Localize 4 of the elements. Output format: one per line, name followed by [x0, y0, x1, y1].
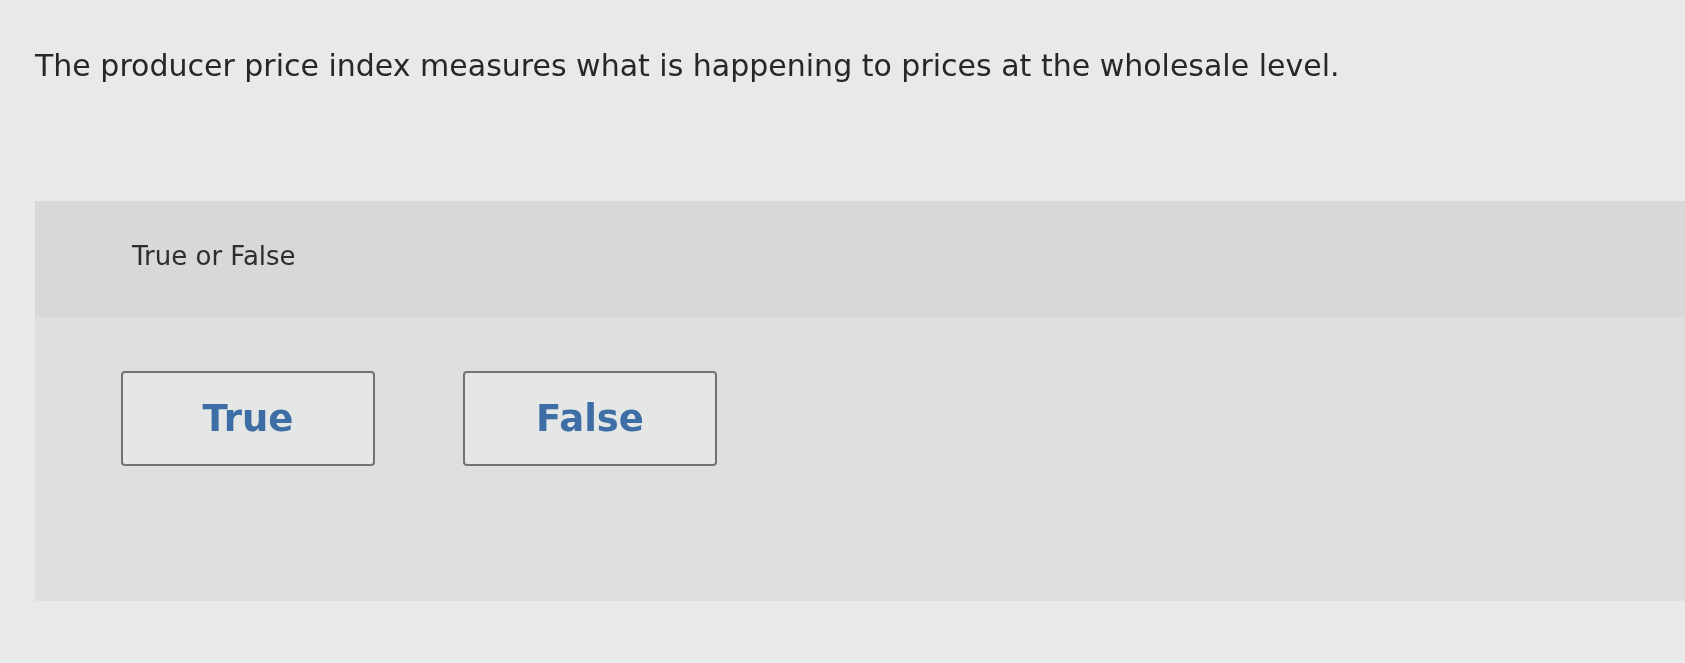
prompt-text: True or False	[132, 241, 296, 271]
answer-option-button[interactable]: True	[121, 371, 375, 466]
question-text: The producer price index measures what is happening to prices at the wholesale level.	[35, 47, 1340, 85]
answer-option-button[interactable]: False	[463, 371, 717, 466]
